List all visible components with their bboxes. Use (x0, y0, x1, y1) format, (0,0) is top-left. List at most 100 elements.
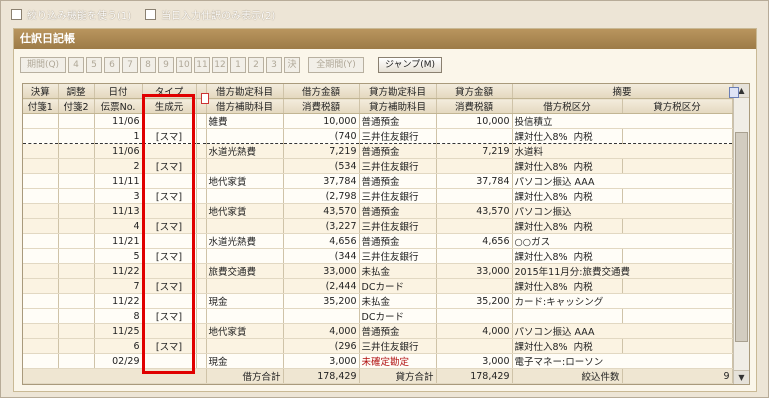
credit-tax-category-cell[interactable] (622, 278, 733, 294)
bookmark-cell[interactable] (196, 143, 207, 159)
credit-sub-account-cell[interactable]: DCカード (359, 278, 437, 294)
credit-tax-category-cell[interactable] (622, 248, 733, 264)
month-button[interactable]: 5 (86, 57, 102, 73)
table-row[interactable]: 11/21 水道光熱費 4,656 普通預金 4,656 ○○ガス (23, 233, 733, 249)
date-cell[interactable]: 11/06 (94, 113, 143, 129)
debit-account-cell[interactable]: 地代家賃 (206, 323, 284, 339)
debit-tax-cell[interactable]: (2,444 (283, 278, 360, 294)
debit-account-cell[interactable]: 地代家賃 (206, 173, 284, 189)
adjust-flag-cell[interactable] (58, 143, 95, 159)
date-cell[interactable]: 02/29 (94, 353, 143, 369)
credit-tax-category-cell[interactable] (622, 188, 733, 204)
month-button[interactable]: 1 (230, 57, 246, 73)
all-period-button[interactable]: 全期間(Y) (308, 57, 364, 73)
credit-account-cell[interactable]: 未払金 (359, 263, 437, 279)
month-button[interactable]: 11 (194, 57, 210, 73)
debit-tax-category-cell[interactable]: 課対仕入8% 内税 (512, 128, 623, 144)
date-cell[interactable]: 11/21 (94, 233, 143, 249)
credit-sub-account-cell[interactable]: 三井住友銀行 (359, 128, 437, 144)
credit-tax-cell[interactable] (436, 158, 513, 174)
month-button[interactable]: 6 (104, 57, 120, 73)
bookmark-cell[interactable] (196, 113, 207, 129)
tag2-cell[interactable] (58, 278, 95, 294)
table-row[interactable]: 7 [スマ] (2,444 DCカード 課対仕入8% 内税 (23, 278, 733, 294)
table-row[interactable]: 5 [スマ] (344 三井住友銀行 課対仕入8% 内税 (23, 248, 733, 264)
debit-tax-cell[interactable]: (3,227 (283, 218, 360, 234)
tag1-cell[interactable] (23, 308, 59, 324)
month-button[interactable]: 8 (140, 57, 156, 73)
table-row[interactable]: 11/22 旅費交通費 33,000 未払金 33,000 2015年11月分:旅費交通費 (23, 263, 733, 279)
bookmark-icon[interactable] (201, 93, 209, 104)
credit-amount-cell[interactable]: 7,219 (436, 143, 513, 159)
debit-account-cell[interactable]: 水道光熱費 (206, 233, 284, 249)
memo-cell[interactable]: パソコン振込 AAA (512, 323, 733, 339)
col-header[interactable]: 消費税額 (283, 98, 360, 114)
settle-flag-cell[interactable] (23, 263, 59, 279)
debit-amount-cell[interactable]: 7,219 (283, 143, 360, 159)
table-row[interactable]: 1 [スマ] (740 三井住友銀行 課対仕入8% 内税 (23, 128, 733, 144)
period-button[interactable]: 期間(Q) (20, 57, 66, 73)
credit-tax-category-cell[interactable] (622, 128, 733, 144)
bookmark-cell[interactable] (196, 263, 207, 279)
debit-amount-cell[interactable]: 33,000 (283, 263, 360, 279)
debit-account-cell[interactable]: 雑費 (206, 113, 284, 129)
col-header[interactable]: 付箋2 (58, 98, 95, 114)
adjust-flag-cell[interactable] (58, 293, 95, 309)
debit-sub-account-cell[interactable] (206, 248, 284, 264)
debit-tax-category-cell[interactable]: 課対仕入8% 内税 (512, 218, 623, 234)
col-header[interactable]: 摘要 (512, 84, 733, 99)
table-row[interactable]: 3 [スマ] (2,798 三井住友銀行 課対仕入8% 内税 (23, 188, 733, 204)
credit-account-cell[interactable]: 未払金 (359, 293, 437, 309)
credit-amount-cell[interactable]: 3,000 (436, 353, 513, 369)
memo-cell[interactable]: 投信積立 (512, 113, 733, 129)
col-header[interactable]: 決算 (23, 84, 59, 99)
credit-tax-cell[interactable] (436, 218, 513, 234)
memo-settings-icon[interactable] (729, 87, 739, 98)
month-button[interactable]: 3 (266, 57, 282, 73)
bookmark-cell[interactable] (196, 323, 207, 339)
col-header[interactable]: 貸方税区分 (622, 98, 733, 114)
credit-sub-account-cell[interactable]: DCカード (359, 308, 437, 324)
today-only-checkbox[interactable]: 当日入力仕訳のみ表示(2) (145, 7, 275, 22)
debit-account-cell[interactable]: 現金 (206, 353, 284, 369)
credit-tax-cell[interactable] (436, 278, 513, 294)
tag2-cell[interactable] (58, 338, 95, 354)
debit-sub-account-cell[interactable] (206, 158, 284, 174)
credit-tax-cell[interactable] (436, 308, 513, 324)
credit-amount-cell[interactable]: 4,000 (436, 323, 513, 339)
debit-account-cell[interactable]: 水道光熱費 (206, 143, 284, 159)
tag2-cell[interactable] (58, 128, 95, 144)
adjust-flag-cell[interactable] (58, 263, 95, 279)
bookmark-cell[interactable] (196, 338, 207, 354)
debit-tax-category-cell[interactable]: 課対仕入8% 内税 (512, 338, 623, 354)
settle-flag-cell[interactable] (23, 203, 59, 219)
memo-cell[interactable]: 2015年11月分:旅費交通費 (512, 263, 733, 279)
table-row[interactable]: 11/06 雑費 10,000 普通預金 10,000 投信積立 (23, 113, 733, 129)
checkbox-icon[interactable] (145, 8, 157, 20)
voucher-no-cell[interactable]: 5 (94, 248, 143, 264)
credit-account-cell[interactable]: 普通預金 (359, 143, 437, 159)
voucher-no-cell[interactable]: 3 (94, 188, 143, 204)
tag2-cell[interactable] (58, 218, 95, 234)
debit-sub-account-cell[interactable] (206, 188, 284, 204)
month-button[interactable]: 10 (176, 57, 192, 73)
credit-tax-category-cell[interactable] (622, 218, 733, 234)
date-cell[interactable]: 11/11 (94, 173, 143, 189)
settle-flag-cell[interactable] (23, 323, 59, 339)
tag1-cell[interactable] (23, 158, 59, 174)
checkbox-icon[interactable] (11, 8, 22, 20)
journal-grid[interactable]: 決算 調整 日付 タイプ 借方勘定科目 借方金額 貸方勘定科目 貸方金額 摘要 … (22, 83, 750, 385)
tag1-cell[interactable] (23, 278, 59, 294)
credit-account-cell[interactable]: 普通預金 (359, 323, 437, 339)
month-button[interactable]: 2 (248, 57, 264, 73)
tag1-cell[interactable] (23, 338, 59, 354)
scroll-down-arrow-icon[interactable]: ▼ (734, 370, 749, 384)
debit-tax-cell[interactable]: (534 (283, 158, 360, 174)
tag1-cell[interactable] (23, 188, 59, 204)
bookmark-cell[interactable] (196, 203, 207, 219)
settle-flag-cell[interactable] (23, 113, 59, 129)
credit-account-cell[interactable]: 普通預金 (359, 203, 437, 219)
credit-amount-cell[interactable]: 43,570 (436, 203, 513, 219)
debit-amount-cell[interactable]: 4,000 (283, 323, 360, 339)
bookmark-cell[interactable] (196, 308, 207, 324)
